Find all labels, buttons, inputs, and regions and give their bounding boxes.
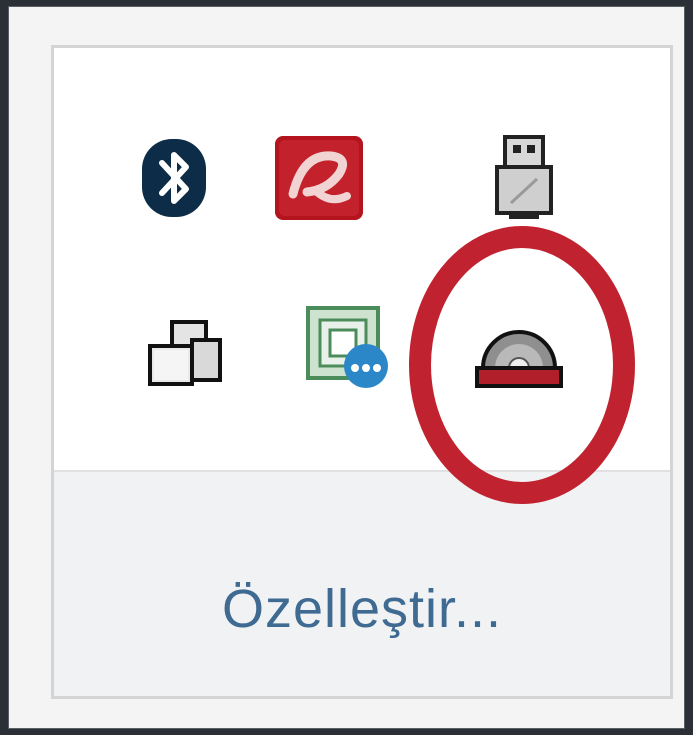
optical-drive-icon[interactable] [464,298,574,408]
tray-icon-grid [54,48,670,473]
tray-overflow-panel: Özelleştir... [51,45,673,699]
avira-icon[interactable] [264,123,374,233]
virtual-desktops-icon[interactable] [129,298,239,408]
tray-overflow-window: Özelleştir... [8,6,685,729]
bluetooth-icon[interactable] [119,123,229,233]
customize-link[interactable]: Özelleştir... [54,578,670,640]
usb-drive-icon[interactable] [469,123,579,233]
tray-footer: Özelleştir... [54,472,670,696]
network-chat-icon[interactable] [294,293,404,403]
